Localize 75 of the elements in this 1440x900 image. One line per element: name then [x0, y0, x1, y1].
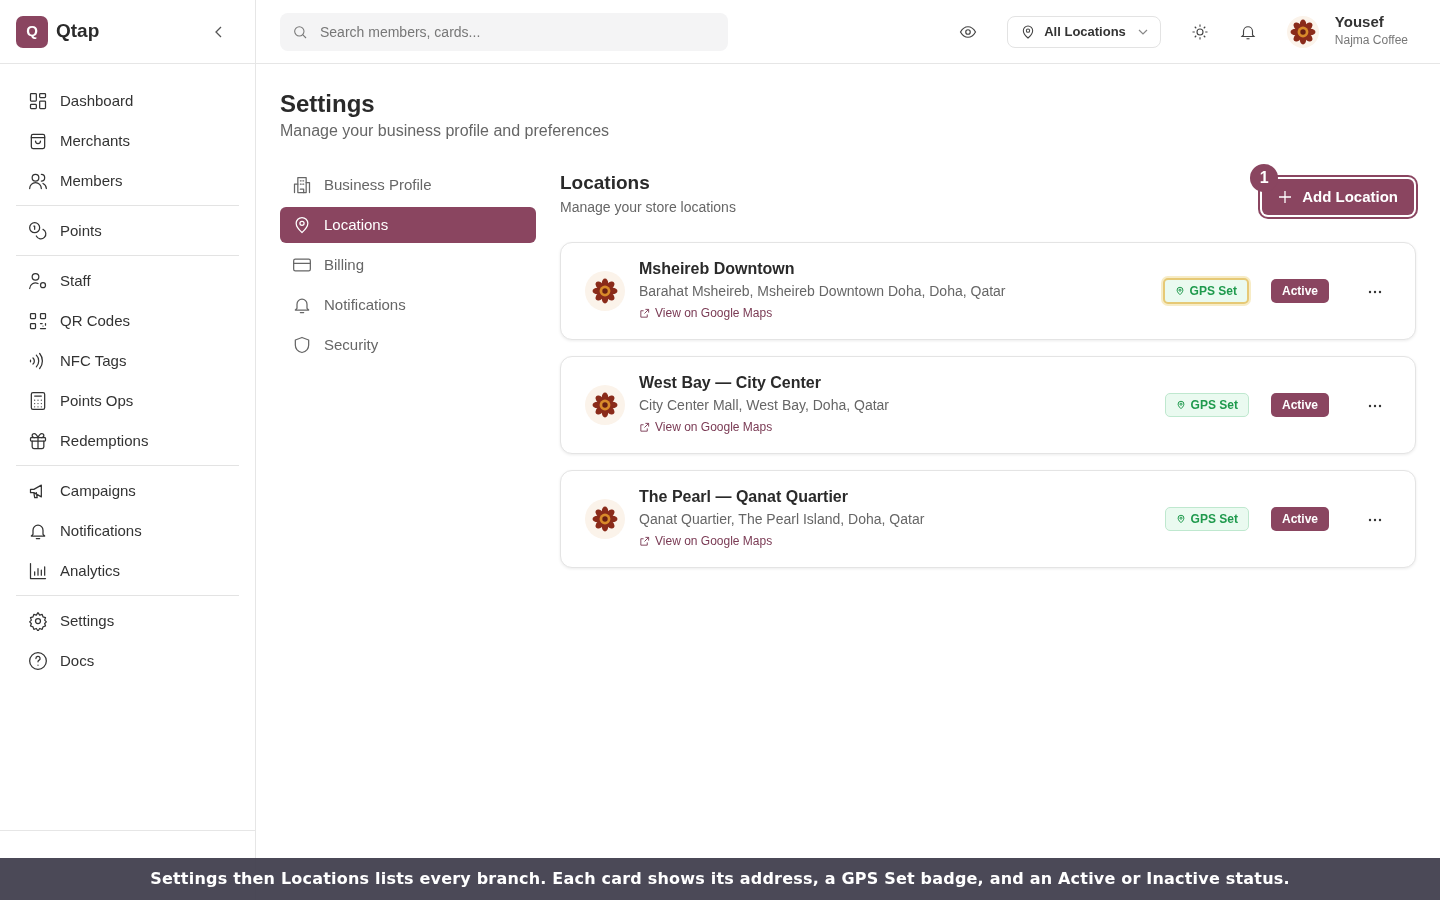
pin-icon: [1174, 286, 1185, 297]
nav-item[interactable]: Points: [16, 211, 239, 251]
maps-link[interactable]: View on Google Maps: [639, 532, 773, 551]
nav-item[interactable]: Members: [16, 161, 239, 201]
more-icon: [1368, 518, 1382, 523]
pin-icon: [1175, 400, 1186, 411]
nav-item[interactable]: Docs: [16, 641, 239, 681]
settings-tab[interactable]: Billing: [280, 246, 536, 283]
gps-badge: GPS Set: [1162, 278, 1249, 305]
bag-icon: [28, 131, 48, 151]
mandala-icon: [592, 278, 618, 305]
location-address: Qanat Quartier, The Pearl Island, Doha, Qatar: [639, 509, 926, 529]
nav-item[interactable]: Notifications: [16, 511, 239, 551]
mandala-icon: [592, 392, 618, 419]
step-badge: 1: [1250, 163, 1279, 192]
nav-item[interactable]: QR Codes: [16, 301, 239, 341]
mandala-icon: [1289, 18, 1316, 45]
plus-icon: [1278, 189, 1293, 204]
location-name: The Pearl — Qanat Quartier: [639, 486, 849, 507]
nav-item[interactable]: Settings: [16, 601, 239, 641]
user-name: Yousef: [1334, 14, 1385, 31]
qr-code-icon: [28, 311, 48, 331]
brand-name: Qtap: [56, 19, 100, 44]
maps-link[interactable]: View on Google Maps: [639, 418, 773, 437]
maps-link[interactable]: View on Google Maps: [639, 304, 773, 323]
settings-tab[interactable]: Security: [280, 326, 536, 363]
status-badge: Active: [1270, 393, 1329, 418]
logo-icon: Q: [16, 15, 48, 48]
settings-tab[interactable]: Locations: [280, 206, 536, 243]
gear-icon: [28, 611, 48, 631]
page-title: Settings: [280, 90, 376, 119]
settings-tab[interactable]: Notifications: [280, 286, 536, 323]
nav-item[interactable]: Merchants: [16, 121, 239, 161]
mandala-icon: [592, 506, 618, 533]
status-badge: Active: [1270, 507, 1329, 532]
settings-tab[interactable]: Business Profile: [280, 166, 536, 203]
shield-icon: [292, 334, 312, 355]
user-gear-icon: [28, 271, 48, 291]
collapse-icon[interactable]: [215, 25, 223, 38]
coins-icon: [28, 221, 48, 241]
external-link-icon: [639, 535, 650, 547]
location-select[interactable]: All Locations: [1007, 15, 1161, 48]
calculator-icon: [28, 391, 48, 411]
nav-item[interactable]: Dashboard: [16, 81, 239, 121]
location-name: Msheireb Downtown: [639, 258, 796, 279]
pin-icon: [1175, 514, 1186, 525]
bar-chart-icon: [28, 561, 48, 581]
status-badge: Active: [1270, 279, 1329, 304]
nav-item[interactable]: Redemptions: [16, 421, 239, 461]
nav-item[interactable]: Staff: [16, 261, 239, 301]
gps-badge: GPS Set: [1164, 507, 1249, 532]
nav-item[interactable]: NFC Tags: [16, 341, 239, 381]
grid-icon: [28, 91, 48, 111]
building-icon: [292, 174, 312, 195]
more-icon: [1368, 404, 1382, 409]
caption-toast: Settings then Locations lists every branch. Each card shows its address, a GPS Set badge, and an Active or Inactive status.: [0, 858, 1440, 900]
search-field[interactable]: Search members, cards...: [280, 12, 728, 51]
nav-item[interactable]: Campaigns: [16, 471, 239, 511]
external-link-icon: [639, 307, 650, 319]
nav-item[interactable]: Points Ops: [16, 381, 239, 421]
gps-badge: GPS Set: [1164, 393, 1249, 418]
sun-icon[interactable]: [1190, 22, 1209, 41]
users-icon: [28, 171, 48, 191]
location-address: Barahat Msheireb, Msheireb Downtown Doha, Doha, Qatar: [639, 281, 1007, 301]
location-address: City Center Mall, West Bay, Doha, Qatar: [639, 395, 890, 415]
section-subtitle: Manage your store locations: [560, 198, 736, 218]
business-name: Najma Coffee: [1334, 31, 1408, 49]
section-title: Locations: [560, 170, 651, 195]
gift-icon: [28, 431, 48, 451]
more-icon: [1368, 290, 1382, 295]
nav-item[interactable]: Analytics: [16, 551, 239, 591]
external-link-icon: [639, 421, 650, 433]
location-name: West Bay — City Center: [639, 372, 822, 393]
page-subtitle: Manage your business profile and preferences: [280, 120, 611, 141]
help-icon: [28, 651, 48, 671]
